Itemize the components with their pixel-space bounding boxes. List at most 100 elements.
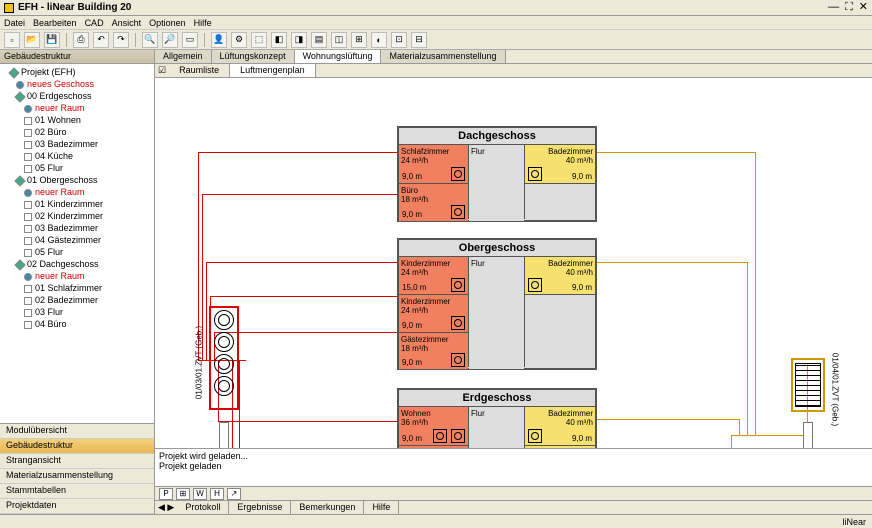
tool-i-icon[interactable]: ◐	[371, 32, 387, 48]
unit-label: 01/03/01.ZVT (Geb.)	[195, 326, 204, 399]
ventilation-unit-supply[interactable]: 01/03/01.ZVT (Geb.)	[209, 306, 239, 410]
nav-project[interactable]: Projektdaten	[0, 499, 154, 514]
room-flur: Flur	[469, 407, 524, 448]
tool-undo-icon[interactable]: ↶	[93, 32, 109, 48]
tree-room: 03 Flur	[2, 306, 152, 318]
nav-material[interactable]: Materialzusammenstellung	[0, 469, 154, 484]
menu-optionen[interactable]: Optionen	[149, 18, 186, 28]
floor-title: Erdgeschoss	[399, 390, 595, 407]
tool-e-icon[interactable]: ◨	[291, 32, 307, 48]
log-line: Projekt wird geladen...	[159, 451, 868, 461]
bottom-tabs: ◀ ▶ Protokoll Ergebnisse Bemerkungen Hil…	[155, 500, 872, 514]
tree-room: 04 Büro	[2, 318, 152, 330]
silencer-icon	[803, 422, 813, 448]
nav-stamm[interactable]: Stammtabellen	[0, 484, 154, 499]
view-p-icon[interactable]: P	[159, 488, 173, 500]
title-bar: EFH - liNear Building 20 — ⛶ ✕	[0, 0, 872, 16]
tool-zoomout-icon[interactable]: 🔎	[162, 32, 178, 48]
diagram-canvas[interactable]: Dachgeschoss Schlafzimmer24 m³/h 9,0 m B…	[155, 78, 872, 448]
tree-room: 05 Flur	[2, 246, 152, 258]
tab-lueftungskonzept[interactable]: Lüftungskonzept	[212, 50, 295, 63]
tool-redo-icon[interactable]: ↷	[113, 32, 129, 48]
tab-wohnungslueftung[interactable]: Wohnungslüftung	[295, 50, 382, 63]
nav-strang[interactable]: Strangansicht	[0, 454, 154, 469]
room-flur: Flur	[469, 257, 524, 370]
subtab-raumliste[interactable]: Raumliste	[169, 64, 230, 77]
btab-ergebnisse[interactable]: Ergebnisse	[229, 501, 291, 514]
app-icon	[4, 3, 14, 13]
log-line: Projekt geladen	[159, 461, 868, 471]
view-h-icon[interactable]: H	[210, 488, 224, 500]
room-buero: Büro18 m³/h 9,0 m	[399, 184, 468, 222]
tree-new-room: neuer Raum	[2, 186, 152, 198]
tool-c-icon[interactable]: ⬚	[251, 32, 267, 48]
menu-datei[interactable]: Datei	[4, 18, 25, 28]
room-schlafzimmer: Schlafzimmer24 m³/h 9,0 m	[399, 145, 468, 184]
fan-icon	[214, 310, 234, 330]
tree-new-floor: neues Geschoss	[2, 78, 152, 90]
tool-f-icon[interactable]: ▤	[311, 32, 327, 48]
tree-room: 01 Kinderzimmer	[2, 198, 152, 210]
message-pane: Projekt wird geladen... Projekt geladen	[155, 448, 872, 486]
tab-allgemein[interactable]: Allgemein	[155, 50, 212, 63]
grille-icon	[795, 363, 821, 407]
menu-bearbeiten[interactable]: Bearbeiten	[33, 18, 77, 28]
fan-icon	[214, 354, 234, 374]
floor-title: Obergeschoss	[399, 240, 595, 257]
ventilation-unit-exhaust[interactable]: 01/04/01.ZVT (Geb.)	[791, 358, 825, 412]
tool-open-icon[interactable]: 📂	[24, 32, 40, 48]
floor-title: Dachgeschoss	[399, 128, 595, 145]
room-badezimmer: Badezimmer40 m³/h 9,0 m	[525, 145, 595, 184]
menu-ansicht[interactable]: Ansicht	[112, 18, 142, 28]
main-tabs: Allgemein Lüftungskonzept Wohnungslüftun…	[155, 50, 872, 64]
tree-room: 03 Badezimmer	[2, 138, 152, 150]
view-arrow-icon[interactable]: ↗	[227, 488, 241, 500]
sidebar-nav: Modulübersicht Gebäudestruktur Strangans…	[0, 423, 154, 514]
btab-protokoll[interactable]: Protokoll	[177, 501, 229, 514]
view-grid-icon[interactable]: ⊞	[176, 488, 190, 500]
room-flur: Flur	[469, 145, 524, 222]
tool-a-icon[interactable]: 👤	[211, 32, 227, 48]
menu-cad[interactable]: CAD	[85, 18, 104, 28]
room-badezimmer: Badezimmer40 m³/h 9,0 m	[525, 407, 595, 446]
tool-k-icon[interactable]: ⊟	[411, 32, 427, 48]
tool-new-icon[interactable]: ▫	[4, 32, 20, 48]
tool-print-icon[interactable]: ⎙	[73, 32, 89, 48]
tool-h-icon[interactable]: ⊞	[351, 32, 367, 48]
menu-bar: Datei Bearbeiten CAD Ansicht Optionen Hi…	[0, 16, 872, 30]
floor-dachgeschoss[interactable]: Dachgeschoss Schlafzimmer24 m³/h 9,0 m B…	[397, 126, 597, 222]
maximize-button[interactable]: ⛶	[845, 2, 853, 13]
tree-room: 01 Schlafzimmer	[2, 282, 152, 294]
menu-hilfe[interactable]: Hilfe	[194, 18, 212, 28]
unit-label: 01/04/01.ZVT (Geb.)	[831, 353, 840, 426]
floor-erdgeschoss[interactable]: Erdgeschoss Wohnen36 m³/h 9,0 m Büro18 m…	[397, 388, 597, 448]
tool-b-icon[interactable]: ⚙	[231, 32, 247, 48]
floor-obergeschoss[interactable]: Obergeschoss Kinderzimmer24 m³/h 15,0 m …	[397, 238, 597, 370]
tool-zoom-icon[interactable]: 🔍	[142, 32, 158, 48]
tool-fit-icon[interactable]: ▭	[182, 32, 198, 48]
tree-floor-0: 00 Erdgeschoss	[2, 90, 152, 102]
subtab-luftmengenplan[interactable]: Luftmengenplan	[230, 64, 316, 77]
room-wohnen: Wohnen36 m³/h 9,0 m	[399, 407, 468, 446]
sidebar-header: Gebäudestruktur	[0, 50, 154, 64]
fan-icon	[214, 332, 234, 352]
btab-hilfe[interactable]: Hilfe	[364, 501, 399, 514]
tool-j-icon[interactable]: ⊡	[391, 32, 407, 48]
tab-material[interactable]: Materialzusammenstellung	[381, 50, 505, 63]
nav-modules[interactable]: Modulübersicht	[0, 424, 154, 439]
tool-g-icon[interactable]: ◫	[331, 32, 347, 48]
sub-tabs: ☑ Raumliste Luftmengenplan	[155, 64, 872, 78]
tree-room: 05 Flur	[2, 162, 152, 174]
nav-building[interactable]: Gebäudestruktur	[0, 439, 154, 454]
btab-bemerkungen[interactable]: Bemerkungen	[291, 501, 364, 514]
content-area: Allgemein Lüftungskonzept Wohnungslüftun…	[155, 50, 872, 514]
tool-d-icon[interactable]: ◧	[271, 32, 287, 48]
tool-save-icon[interactable]: 💾	[44, 32, 60, 48]
window-title: EFH - liNear Building 20	[18, 2, 131, 13]
close-button[interactable]: ✕	[859, 2, 868, 13]
room-badezimmer: Badezimmer40 m³/h 9,0 m	[525, 257, 595, 295]
view-w-icon[interactable]: W	[193, 488, 207, 500]
minimize-button[interactable]: —	[828, 2, 839, 13]
tree-room: 04 Küche	[2, 150, 152, 162]
building-tree[interactable]: Projekt (EFH) neues Geschoss 00 Erdgesch…	[0, 64, 154, 423]
